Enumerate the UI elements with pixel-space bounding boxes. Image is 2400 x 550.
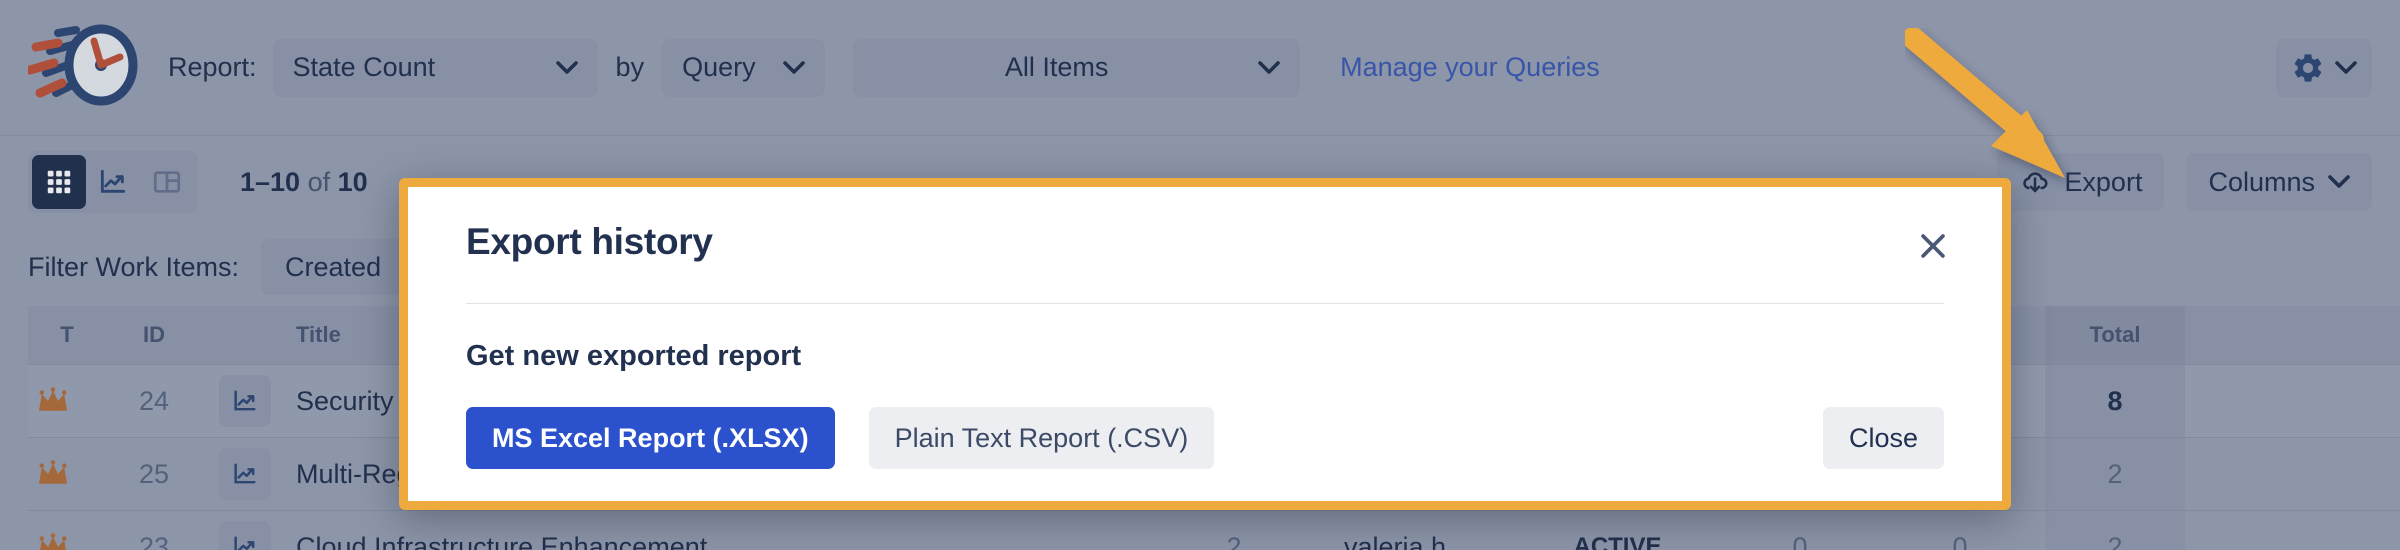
dialog-title: Export history: [466, 221, 713, 262]
export-csv-button[interactable]: Plain Text Report (.CSV): [868, 407, 1215, 469]
dialog-actions: MS Excel Report (.XLSX) Plain Text Repor…: [466, 407, 1944, 469]
dialog-body: Export history Get new exported report M…: [408, 187, 2002, 501]
dialog-subtitle: Get new exported report: [466, 340, 802, 372]
export-xlsx-button[interactable]: MS Excel Report (.XLSX): [466, 407, 835, 469]
close-icon[interactable]: [1910, 223, 1956, 269]
highlight-arrow: [1905, 28, 2125, 198]
dialog-divider: [466, 303, 1944, 304]
dialog-close-button[interactable]: Close: [1822, 407, 1944, 469]
export-history-dialog: Export history Get new exported report M…: [399, 178, 2011, 510]
